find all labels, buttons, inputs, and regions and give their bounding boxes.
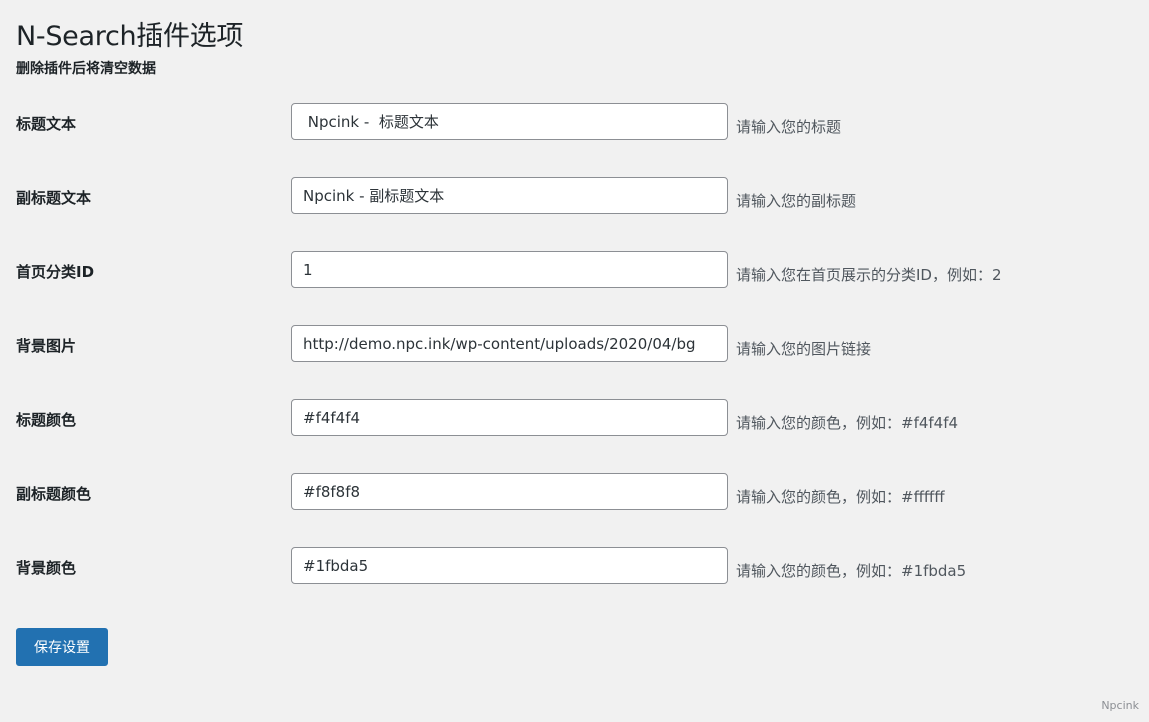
- title-color-input[interactable]: [291, 399, 728, 436]
- field-hint: 请输入您在首页展示的分类ID，例如：2: [736, 266, 1002, 284]
- field-row-background-image: 背景图片 请输入您的图片链接: [0, 325, 1149, 365]
- field-hint: 请输入您的副标题: [736, 192, 857, 210]
- field-label: 标题文本: [16, 115, 77, 133]
- title-text-input[interactable]: [291, 103, 728, 140]
- field-label: 标题颜色: [16, 411, 77, 429]
- category-id-input[interactable]: [291, 251, 728, 288]
- page-title: N-Search插件选项: [16, 21, 244, 52]
- field-hint: 请输入您的图片链接: [736, 340, 872, 358]
- field-label: 首页分类ID: [16, 263, 95, 281]
- field-hint: 请输入您的颜色，例如：#1fbda5: [736, 562, 967, 580]
- field-row-background-color: 背景颜色 请输入您的颜色，例如：#1fbda5: [0, 547, 1149, 587]
- background-image-input[interactable]: [291, 325, 728, 362]
- field-label: 背景颜色: [16, 559, 77, 577]
- background-color-input[interactable]: [291, 547, 728, 584]
- field-label: 副标题文本: [16, 189, 92, 207]
- field-row-title-text: 标题文本 请输入您的标题: [0, 103, 1149, 143]
- subtitle-color-input[interactable]: [291, 473, 728, 510]
- page-subtitle: 删除插件后将清空数据: [16, 61, 156, 77]
- field-row-subtitle-color: 副标题颜色 请输入您的颜色，例如：#ffffff: [0, 473, 1149, 513]
- field-hint: 请输入您的标题: [736, 118, 842, 136]
- field-hint: 请输入您的颜色，例如：#f4f4f4: [736, 414, 959, 432]
- save-settings-button[interactable]: 保存设置: [16, 628, 108, 666]
- watermark: Npcink: [1101, 699, 1139, 712]
- field-row-title-color: 标题颜色 请输入您的颜色，例如：#f4f4f4: [0, 399, 1149, 439]
- field-row-subtitle-text: 副标题文本 请输入您的副标题: [0, 177, 1149, 217]
- field-hint: 请输入您的颜色，例如：#ffffff: [736, 488, 945, 506]
- field-row-category-id: 首页分类ID 请输入您在首页展示的分类ID，例如：2: [0, 251, 1149, 291]
- subtitle-text-input[interactable]: [291, 177, 728, 214]
- field-label: 副标题颜色: [16, 485, 92, 503]
- field-label: 背景图片: [16, 337, 77, 355]
